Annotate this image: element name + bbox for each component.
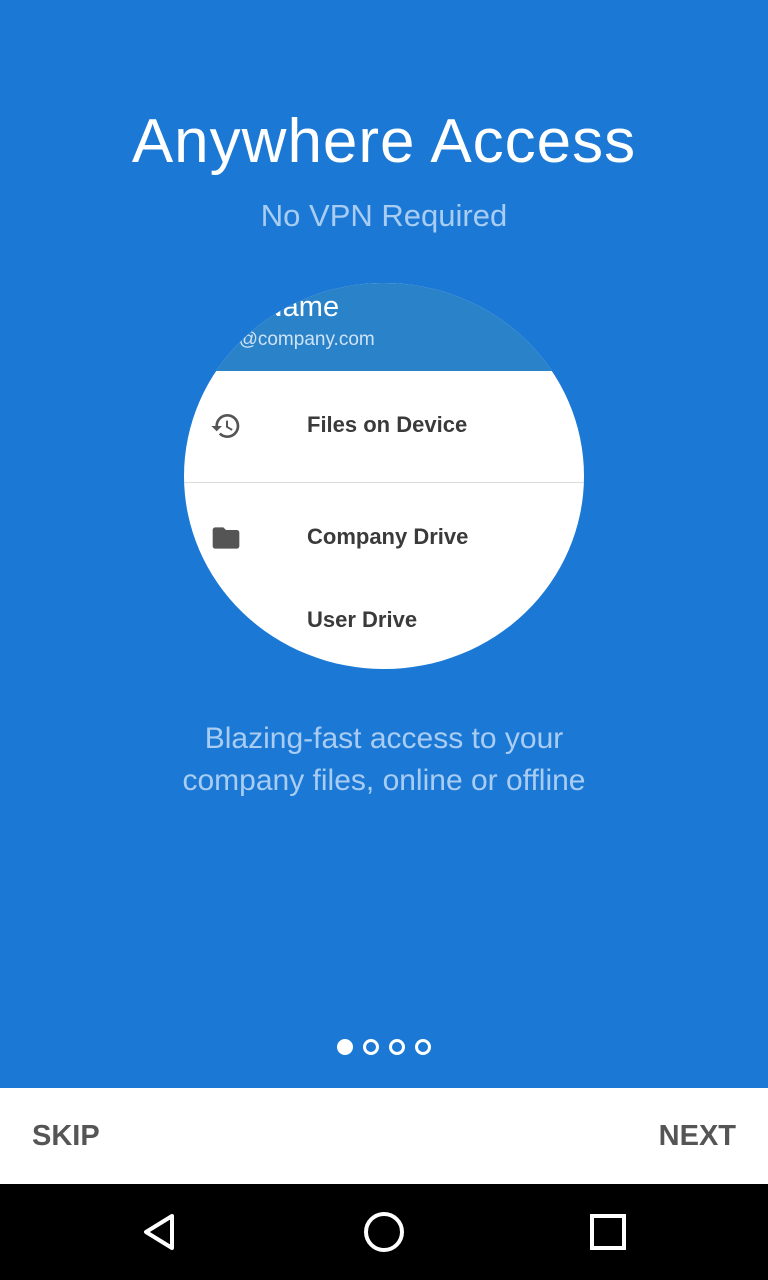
preview-divider bbox=[184, 482, 584, 483]
preview-menu-label: Files on Device bbox=[307, 412, 468, 437]
next-button[interactable]: NEXT bbox=[659, 1120, 736, 1153]
preview-menu-label: User Drive bbox=[307, 607, 418, 632]
folder-icon bbox=[210, 522, 242, 554]
preview-user-name: · Name bbox=[244, 291, 340, 323]
onboarding-screen: Anywhere Access No VPN Required · Name u… bbox=[0, 0, 768, 1280]
app-preview-illustration: · Name u@company.com Files on Device Com… bbox=[184, 283, 584, 669]
preview-menu-item-files-on-device: Files on Device bbox=[184, 396, 584, 456]
back-icon[interactable] bbox=[136, 1208, 184, 1256]
system-navigation-bar bbox=[0, 1184, 768, 1280]
onboarding-hero: Anywhere Access No VPN Required · Name u… bbox=[0, 0, 768, 1088]
skip-button[interactable]: SKIP bbox=[32, 1120, 100, 1153]
recents-icon[interactable] bbox=[584, 1208, 632, 1256]
description-line-2: company files, online or offline bbox=[182, 764, 586, 797]
preview-user-email: u@company.com bbox=[228, 329, 375, 350]
page-title: Anywhere Access bbox=[131, 107, 637, 176]
preview-menu-label: Company Drive bbox=[307, 524, 469, 549]
home-icon[interactable] bbox=[360, 1208, 408, 1256]
preview-menu-item-company-drive: Company Drive bbox=[184, 508, 584, 568]
page-dot[interactable] bbox=[389, 1039, 405, 1055]
page-subtitle: No VPN Required bbox=[260, 198, 508, 233]
page-dot-active[interactable] bbox=[337, 1039, 353, 1055]
page-dot[interactable] bbox=[363, 1039, 379, 1055]
description-line-1: Blazing-fast access to your bbox=[204, 722, 564, 755]
history-icon bbox=[210, 410, 242, 442]
preview-account-header: · Name u@company.com bbox=[184, 283, 584, 371]
page-indicator bbox=[0, 1039, 768, 1055]
page-dot[interactable] bbox=[415, 1039, 431, 1055]
feature-description: Blazing-fast access to your company file… bbox=[0, 718, 768, 802]
onboarding-footer: SKIP NEXT bbox=[0, 1088, 768, 1184]
preview-menu-item-user-drive: User Drive bbox=[184, 591, 584, 651]
